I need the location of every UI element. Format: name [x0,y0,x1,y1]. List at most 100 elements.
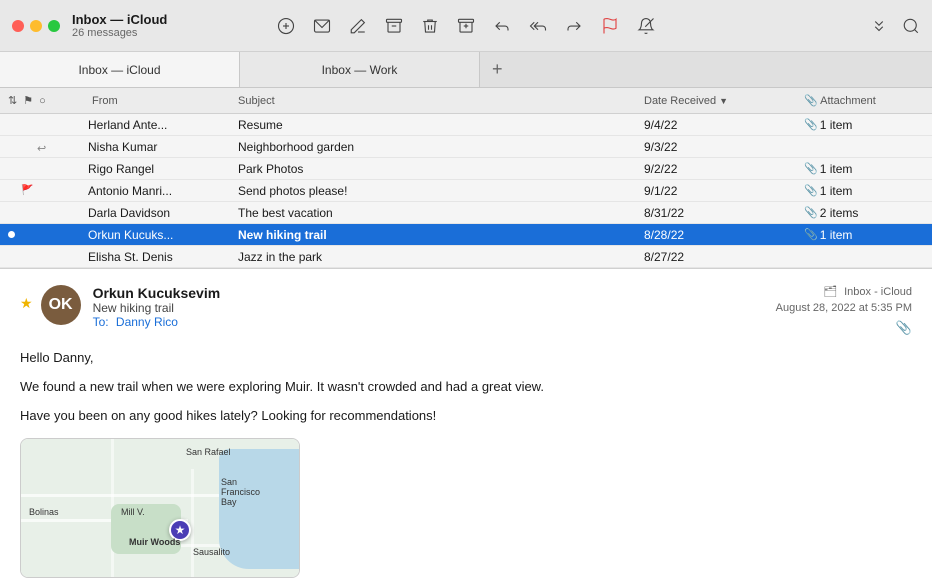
paperclip-icon: 📎 [804,118,818,131]
minimize-button[interactable] [30,20,42,32]
row-4-subject: Send photos please! [238,184,644,198]
main-content: ⇅ ⚑ ○ From Subject Date Received ▼ 📎 Att… [0,88,932,586]
message-count: 26 messages [72,27,167,39]
from-header[interactable]: From [88,95,238,107]
row-7-subject: Jazz in the park [238,250,644,264]
sort-unread-icon[interactable]: ⇅ [8,94,17,107]
body-line-5: Have you been on any good hikes lately? … [20,406,912,427]
unread-dot [8,231,15,238]
detail-body: Hello Danny, We found a new trail when w… [20,348,912,426]
sort-read-icon[interactable]: ○ [39,95,46,107]
detail-subject: New hiking trail [93,301,776,315]
row-4-flags: 🚩 [8,185,88,196]
sort-flag-icon[interactable]: ⚑ [23,94,33,107]
star-icon[interactable]: ★ [20,295,33,312]
row-7-from: Elisha St. Denis [88,250,238,264]
body-line-1: Hello Danny, [20,348,912,369]
row-4-from: Antonio Manri... [88,184,238,198]
attachment-header: 📎 Attachment [804,94,924,107]
map-label-bolinas: Bolinas [29,507,59,517]
junk-icon[interactable] [457,17,475,35]
flags-header[interactable]: ⇅ ⚑ ○ [8,94,88,107]
email-list: ⇅ ⚑ ○ From Subject Date Received ▼ 📎 Att… [0,88,932,269]
email-row-3[interactable]: Rigo Rangel Park Photos 9/2/22 📎 1 item [0,158,932,180]
window-title: Inbox — iCloud [72,12,167,27]
map-label-muirwoods: Muir Woods [129,537,180,547]
detail-header: ★ OK Orkun Kucuksevim New hiking trail T… [20,285,912,336]
titlebar: Inbox — iCloud 26 messages [0,0,932,52]
email-row-7[interactable]: Elisha St. Denis Jazz in the park 8/27/2… [0,246,932,268]
detail-to: To: Danny Rico [93,315,776,329]
row-6-subject: New hiking trail [238,228,644,242]
email-row-5[interactable]: Darla Davidson The best vacation 8/31/22… [0,202,932,224]
date-sort-arrow: ▼ [719,96,728,106]
row-3-subject: Park Photos [238,162,644,176]
email-detail: ★ OK Orkun Kucuksevim New hiking trail T… [0,269,932,586]
row-1-attachment: 📎 1 item [804,118,924,132]
notify-icon[interactable] [637,17,655,35]
email-row-4[interactable]: 🚩 Antonio Manri... Send photos please! 9… [0,180,932,202]
flag-icon: 🚩 [21,185,33,196]
row-6-date: 8/28/22 [644,228,804,242]
detail-meta: 🗂 Inbox - iCloud August 28, 2022 at 5:35… [776,285,912,336]
paperclip-icon: 📎 [804,162,818,175]
row-6-attachment: 📎 1 item [804,228,924,242]
date-header[interactable]: Date Received ▼ [644,95,804,107]
map-embed[interactable]: ★ San Rafael SanFranciscoBay Bolinas Mil… [20,438,300,578]
toolbar-right [870,17,920,35]
row-3-attachment: 📎 1 item [804,162,924,176]
compose-new-icon[interactable] [349,17,367,35]
toolbar [277,17,655,35]
search-icon[interactable] [902,17,920,35]
body-line-3: We found a new trail when we were explor… [20,377,912,398]
title-info: Inbox — iCloud 26 messages [72,12,167,39]
forward-icon[interactable] [565,17,583,35]
compose-icon[interactable] [277,17,295,35]
row-3-from: Rigo Rangel [88,162,238,176]
row-2-flags: ↩ [8,142,88,152]
tab-work[interactable]: Inbox — Work [240,52,480,87]
reply-icon[interactable] [493,17,511,35]
mail-icon[interactable] [313,17,331,35]
attachment-icon: 📎 [896,320,912,336]
trash-icon[interactable] [421,17,439,35]
fullscreen-button[interactable] [48,20,60,32]
row-4-attachment: 📎 1 item [804,184,924,198]
map-label-sanrafael: San Rafael [186,447,231,457]
row-2-date: 9/3/22 [644,140,804,154]
paperclip-icon: 📎 [804,184,818,197]
reply-all-icon[interactable] [529,17,547,35]
email-row-2[interactable]: ↩ Nisha Kumar Neighborhood garden 9/3/22 [0,136,932,158]
inbox-label: 🗂 Inbox - iCloud [823,285,912,298]
row-2-from: Nisha Kumar [88,140,238,154]
paperclip-icon: 📎 [804,206,818,219]
close-button[interactable] [12,20,24,32]
map-label-sfbay: SanFranciscoBay [221,477,260,507]
flag-icon[interactable] [601,17,619,35]
replied-icon: ↩ [37,142,47,152]
email-row-1[interactable]: Herland Ante... Resume 9/4/22 📎 1 item [0,114,932,136]
row-5-attachment: 📎 2 items [804,206,924,220]
add-tab-button[interactable]: + [480,52,515,87]
row-5-subject: The best vacation [238,206,644,220]
row-5-date: 8/31/22 [644,206,804,220]
row-6-flags [8,231,88,238]
subject-header: Subject [238,95,644,107]
row-6-from: Orkun Kucuks... [88,228,238,242]
row-3-date: 9/2/22 [644,162,804,176]
traffic-lights [12,20,60,32]
email-row-6[interactable]: Orkun Kucuks... New hiking trail 8/28/22… [0,224,932,246]
tabs: Inbox — iCloud Inbox — Work + [0,52,932,88]
archive-icon[interactable] [385,17,403,35]
map-background: ★ San Rafael SanFranciscoBay Bolinas Mil… [21,439,299,577]
row-2-subject: Neighborhood garden [238,140,644,154]
detail-date: August 28, 2022 at 5:35 PM [776,302,912,314]
tab-icloud[interactable]: Inbox — iCloud [0,52,240,87]
map-label-millv: Mill V. [121,507,145,517]
more-icon[interactable] [870,17,888,35]
row-7-date: 8/27/22 [644,250,804,264]
row-4-date: 9/1/22 [644,184,804,198]
row-5-from: Darla Davidson [88,206,238,220]
paperclip-icon: 📎 [804,228,818,241]
list-header: ⇅ ⚑ ○ From Subject Date Received ▼ 📎 Att… [0,88,932,114]
